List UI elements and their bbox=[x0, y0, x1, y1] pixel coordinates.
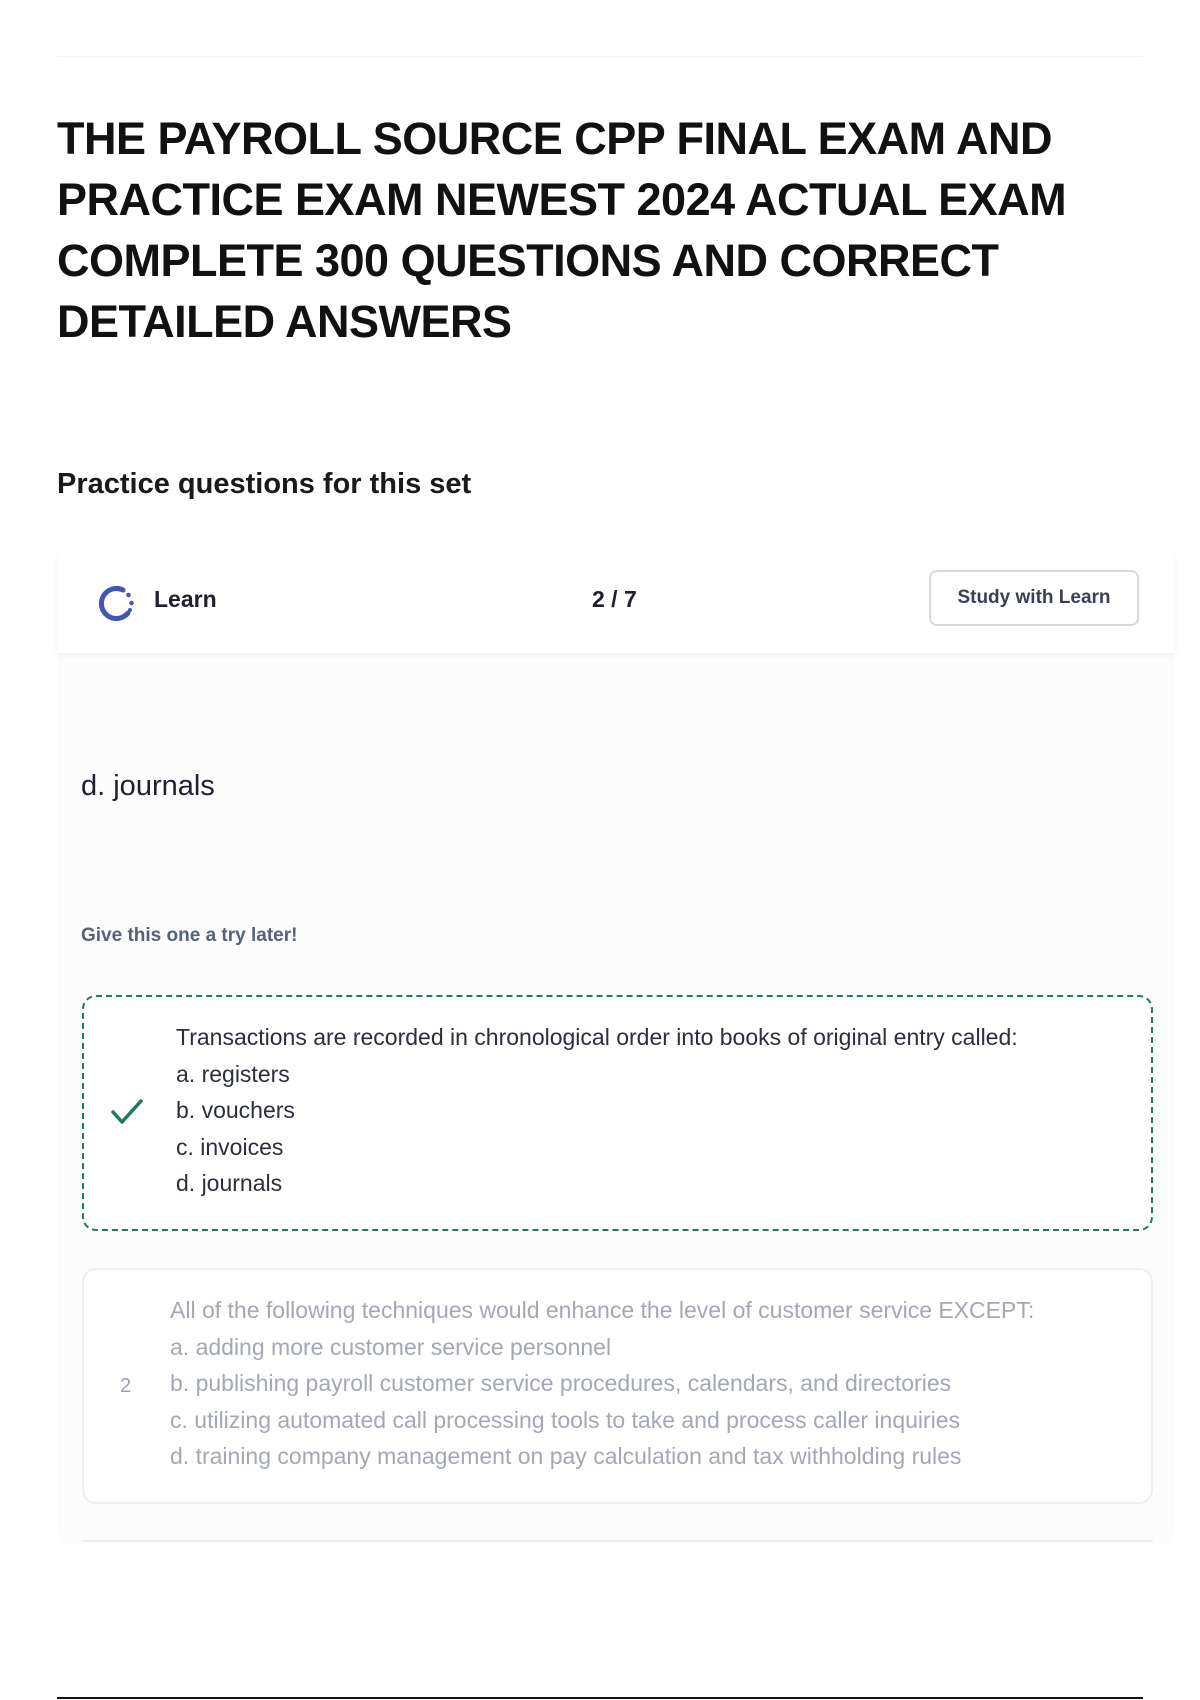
bottom-rule bbox=[57, 1697, 1143, 1699]
learn-label: Learn bbox=[154, 586, 217, 612]
progress-counter: 2 / 7 bbox=[592, 586, 637, 612]
check-icon bbox=[111, 1099, 143, 1124]
answer-option: a. adding more customer service personne… bbox=[170, 1333, 612, 1360]
answer-option: d. training company management on pay ca… bbox=[170, 1443, 962, 1469]
answer-option: a. registers bbox=[176, 1060, 290, 1087]
try-later-hint: Give this one a try later! bbox=[81, 925, 298, 946]
top-rule bbox=[57, 56, 1143, 57]
question-card-2[interactable]: 2 All of the following techniques would … bbox=[82, 1268, 1153, 1504]
learn-header: Learn 2 / 7 Study with Learn bbox=[57, 545, 1175, 653]
answer-option: c. utilizing automated call processing t… bbox=[170, 1406, 961, 1433]
current-answer: d. journals bbox=[81, 770, 215, 802]
answer-option: b. vouchers bbox=[176, 1097, 295, 1123]
answer-option: d. journals bbox=[176, 1170, 283, 1196]
learn-card: Learn 2 / 7 Study with Learn d. journals… bbox=[57, 545, 1175, 1545]
learn-progress-icon bbox=[98, 585, 134, 621]
answer-option: c. invoices bbox=[176, 1133, 284, 1160]
question-prompt: All of the following techniques would en… bbox=[170, 1297, 1035, 1323]
study-with-learn-button[interactable]: Study with Learn bbox=[929, 570, 1139, 626]
question-number: 2 bbox=[120, 1375, 132, 1397]
question-2-content: All of the following techniques would en… bbox=[170, 1292, 1034, 1475]
question-card-1[interactable]: Transactions are recorded in chronologic… bbox=[82, 995, 1153, 1231]
section-heading: Practice questions for this set bbox=[57, 468, 472, 500]
answer-option: b. publishing payroll customer service p… bbox=[170, 1370, 952, 1396]
question-prompt: Transactions are recorded in chronologic… bbox=[176, 1024, 1018, 1050]
document-title: THE PAYROLL SOURCE CPP FINAL EXAM AND PR… bbox=[57, 113, 1067, 347]
card-divider bbox=[82, 1540, 1153, 1542]
question-1-content: Transactions are recorded in chronologic… bbox=[176, 1019, 1018, 1202]
